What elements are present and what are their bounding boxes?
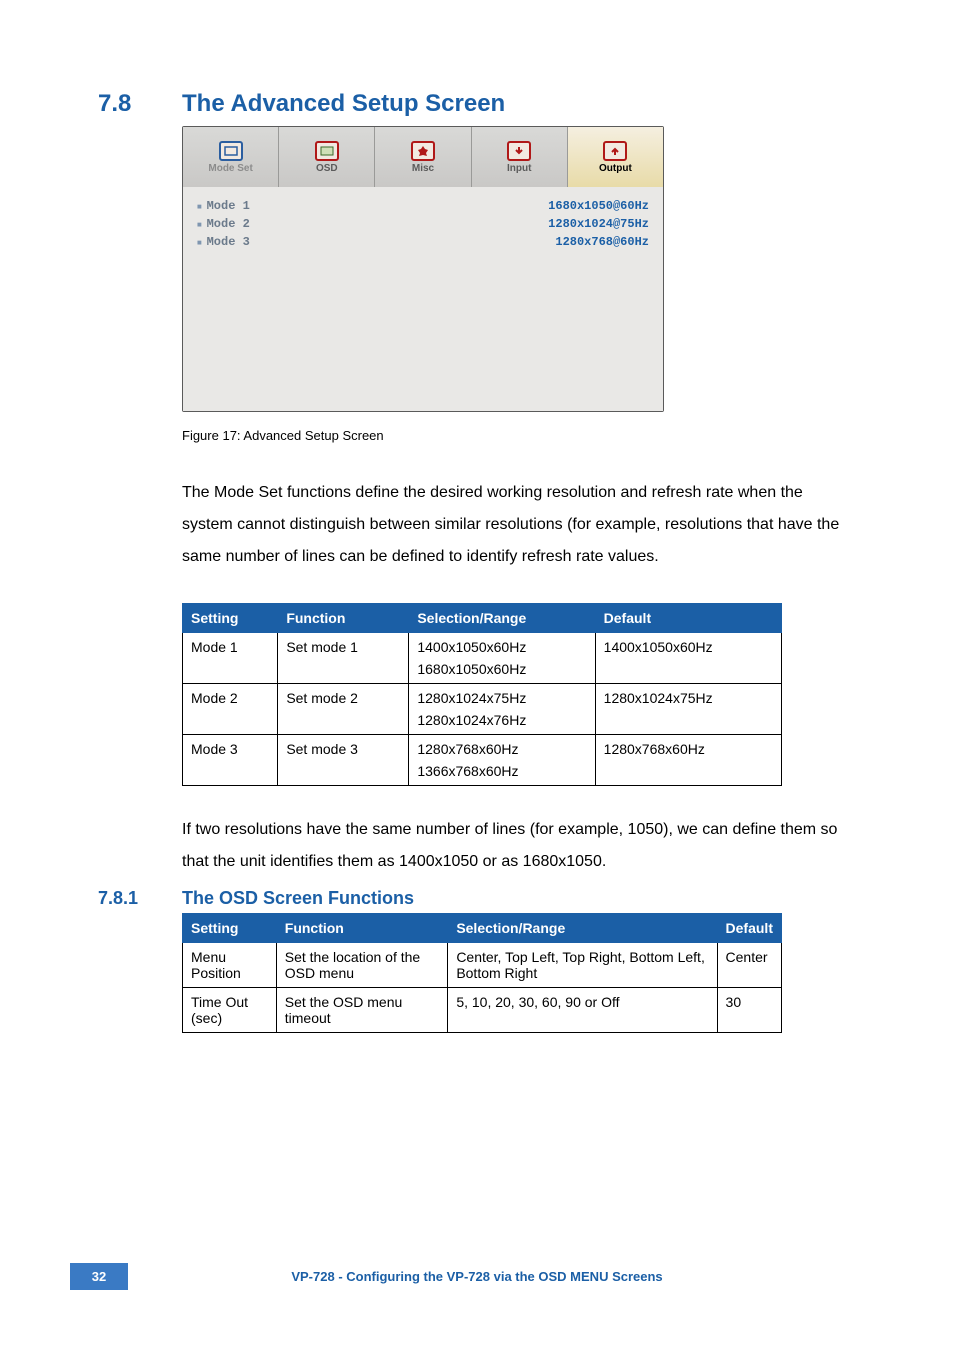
mode-value: 1280x1024@75Hz: [548, 217, 649, 231]
osd-icon: [315, 141, 339, 161]
cell-function: Set mode 2: [278, 684, 409, 713]
cell-default: 30: [717, 988, 781, 1033]
osd-settings-table: Setting Function Selection/Range Default…: [182, 913, 782, 1033]
table-row: Mode 2 Set mode 2 1280x1024x75Hz 1280x10…: [183, 684, 782, 713]
cell-default: 1280x768x60Hz: [595, 735, 781, 764]
cell-function: Set mode 3: [278, 735, 409, 764]
subsection-title: The OSD Screen Functions: [182, 888, 414, 909]
page-number: 32: [70, 1263, 128, 1290]
cell-empty: [595, 712, 781, 735]
th-function: Function: [278, 604, 409, 633]
cell-empty: [183, 763, 278, 786]
section-title: The Advanced Setup Screen: [182, 90, 505, 118]
screenshot-mode-list: Mode 1 1680x1050@60Hz Mode 2 1280x1024@7…: [183, 187, 663, 411]
folder-icon: [219, 141, 243, 161]
cell-default: Center: [717, 943, 781, 988]
cell-function: Set the location of the OSD menu: [276, 943, 448, 988]
cell-range: 1366x768x60Hz: [409, 763, 595, 786]
cell-range: 1680x1050x60Hz: [409, 661, 595, 684]
tab-label: Input: [507, 163, 531, 174]
cell-empty: [278, 763, 409, 786]
th-default: Default: [595, 604, 781, 633]
mode-value: 1280x768@60Hz: [555, 235, 649, 249]
tab-label: Output: [599, 163, 632, 174]
tab-mode-set: Mode Set: [183, 127, 279, 187]
cell-empty: [595, 763, 781, 786]
tab-osd: OSD: [279, 127, 375, 187]
th-range: Selection/Range: [448, 914, 717, 943]
tab-label: Mode Set: [208, 163, 252, 174]
subsection-number: 7.8.1: [98, 888, 182, 909]
th-setting: Setting: [183, 914, 277, 943]
table-row: 1280x1024x76Hz: [183, 712, 782, 735]
th-function: Function: [276, 914, 448, 943]
cell-empty: [595, 661, 781, 684]
tab-input: Input: [472, 127, 568, 187]
th-default: Default: [717, 914, 781, 943]
cell-empty: [183, 661, 278, 684]
footer-text: VP-728 - Configuring the VP-728 via the …: [128, 1269, 826, 1284]
mode-value: 1680x1050@60Hz: [548, 199, 649, 213]
page-footer: 32 VP-728 - Configuring the VP-728 via t…: [0, 1263, 954, 1290]
cell-range: 1280x1024x76Hz: [409, 712, 595, 735]
cell-setting: Menu Position: [183, 943, 277, 988]
cell-function: Set mode 1: [278, 633, 409, 662]
table-row: 1366x768x60Hz: [183, 763, 782, 786]
tab-output: Output: [568, 127, 663, 187]
mode-label: Mode 2: [197, 217, 250, 231]
mode-settings-table: Setting Function Selection/Range Default…: [182, 603, 782, 786]
figure-caption: Figure 17: Advanced Setup Screen: [182, 428, 856, 443]
cell-range: 1280x1024x75Hz: [409, 684, 595, 713]
cell-empty: [278, 661, 409, 684]
cell-range: 5, 10, 20, 30, 60, 90 or Off: [448, 988, 717, 1033]
th-range: Selection/Range: [409, 604, 595, 633]
table-row: 1680x1050x60Hz: [183, 661, 782, 684]
table-row: Mode 1 Set mode 1 1400x1050x60Hz 1400x10…: [183, 633, 782, 662]
output-icon: [603, 141, 627, 161]
screenshot-advanced-setup: Mode Set OSD Misc Input Output: [182, 126, 664, 412]
section-number: 7.8: [98, 90, 182, 118]
tab-label: OSD: [316, 163, 338, 174]
cell-range: Center, Top Left, Top Right, Bottom Left…: [448, 943, 717, 988]
cell-empty: [278, 712, 409, 735]
cell-setting: Mode 1: [183, 633, 278, 662]
th-setting: Setting: [183, 604, 278, 633]
table-row: Mode 3 Set mode 3 1280x768x60Hz 1280x768…: [183, 735, 782, 764]
mode-label: Mode 1: [197, 199, 250, 213]
cell-default: 1280x1024x75Hz: [595, 684, 781, 713]
misc-icon: [411, 141, 435, 161]
cell-setting: Time Out (sec): [183, 988, 277, 1033]
table-row: Menu Position Set the location of the OS…: [183, 943, 782, 988]
table-row: Time Out (sec) Set the OSD menu timeout …: [183, 988, 782, 1033]
screenshot-tabbar: Mode Set OSD Misc Input Output: [183, 127, 663, 187]
mode-row: Mode 1 1680x1050@60Hz: [197, 197, 649, 215]
cell-setting: Mode 2: [183, 684, 278, 713]
cell-setting: Mode 3: [183, 735, 278, 764]
cell-default: 1400x1050x60Hz: [595, 633, 781, 662]
mode-row: Mode 2 1280x1024@75Hz: [197, 215, 649, 233]
paragraph-resolutions: If two resolutions have the same number …: [182, 814, 856, 878]
tab-misc: Misc: [375, 127, 471, 187]
paragraph-mode-set: The Mode Set functions define the desire…: [182, 477, 856, 573]
mode-label: Mode 3: [197, 235, 250, 249]
input-icon: [507, 141, 531, 161]
cell-function: Set the OSD menu timeout: [276, 988, 448, 1033]
tab-label: Misc: [412, 163, 434, 174]
cell-range: 1400x1050x60Hz: [409, 633, 595, 662]
cell-empty: [183, 712, 278, 735]
cell-range: 1280x768x60Hz: [409, 735, 595, 764]
mode-row: Mode 3 1280x768@60Hz: [197, 233, 649, 251]
